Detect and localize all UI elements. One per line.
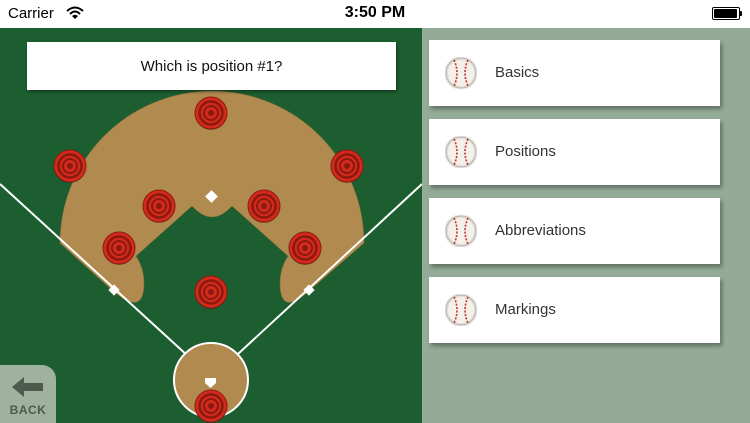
baseball-icon bbox=[444, 56, 478, 94]
menu-item-positions[interactable]: Positions bbox=[429, 119, 720, 185]
target-shortstop[interactable] bbox=[142, 189, 176, 223]
menu-item-basics[interactable]: Basics bbox=[429, 40, 720, 106]
status-bar: Carrier 3:50 PM bbox=[0, 0, 750, 28]
back-button[interactable]: BACK bbox=[0, 365, 56, 423]
battery-icon bbox=[712, 7, 742, 20]
question-prompt: Which is position #1? bbox=[27, 42, 396, 90]
menu-item-markings[interactable]: Markings bbox=[429, 277, 720, 343]
baseball-icon bbox=[444, 135, 478, 173]
menu-item-label: Abbreviations bbox=[495, 222, 586, 239]
target-center-field[interactable] bbox=[194, 96, 228, 130]
menu-item-label: Positions bbox=[495, 143, 556, 160]
target-first-base[interactable] bbox=[288, 231, 322, 265]
menu-item-abbreviations[interactable]: Abbreviations bbox=[429, 198, 720, 264]
back-label: BACK bbox=[9, 403, 47, 417]
target-left-field[interactable] bbox=[53, 149, 87, 183]
menu-item-label: Basics bbox=[495, 64, 540, 81]
baseball-field: Which is position #1? BACK bbox=[0, 28, 422, 423]
target-catcher[interactable] bbox=[194, 389, 228, 423]
target-right-field[interactable] bbox=[330, 149, 364, 183]
target-pitcher[interactable] bbox=[194, 275, 228, 309]
target-third-base[interactable] bbox=[102, 231, 136, 265]
menu-item-label: Markings bbox=[495, 301, 556, 318]
target-second-base[interactable] bbox=[247, 189, 281, 223]
baseball-icon bbox=[444, 293, 478, 331]
status-time: 3:50 PM bbox=[344, 4, 406, 21]
topic-menu: Basics Positions Abbreviations Markings bbox=[422, 28, 750, 423]
baseball-icon bbox=[444, 214, 478, 252]
